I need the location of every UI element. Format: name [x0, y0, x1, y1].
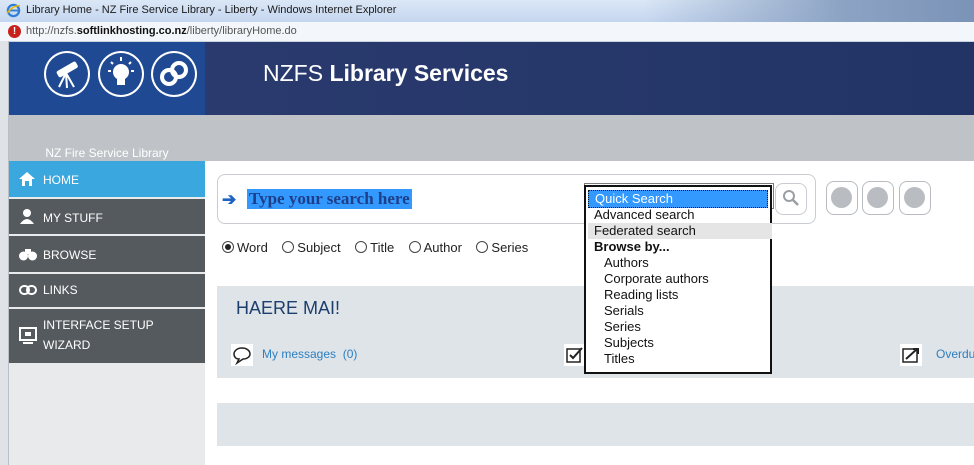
option-federated-search[interactable]: Federated search [588, 223, 772, 239]
security-warning-icon[interactable]: ! [8, 25, 21, 38]
monitor-icon [19, 327, 37, 348]
arrow-right-icon: ➔ [222, 190, 237, 209]
globe-button[interactable] [899, 181, 931, 215]
sidebar-item-my-stuff[interactable]: MY STUFF [9, 199, 205, 234]
internet-explorer-icon [6, 3, 21, 18]
secondary-panel [217, 403, 974, 446]
option-advanced-search[interactable]: Advanced search [594, 207, 694, 223]
lightbulb-icon [98, 51, 144, 97]
option-quick-search[interactable]: Quick Search [588, 190, 768, 208]
option-group-browse-by: Browse by... [594, 239, 670, 254]
window-frame-border [0, 41, 9, 465]
person-icon [19, 208, 35, 227]
overdue-link[interactable]: Overdu [936, 347, 974, 361]
refresh-button[interactable] [826, 181, 858, 215]
option-authors[interactable]: Authors [604, 255, 649, 271]
search-icon [783, 190, 799, 206]
sidebar-item-links[interactable]: LINKS [9, 274, 205, 307]
option-reading-lists[interactable]: Reading lists [604, 287, 678, 303]
sidebar-item-browse[interactable]: BROWSE [9, 236, 205, 272]
home-icon [19, 172, 35, 189]
brand-title: NZFS Library Services [263, 60, 509, 86]
welcome-heading: HAERE MAI! [236, 298, 341, 318]
radio-word[interactable]: Word [222, 240, 268, 255]
radio-title[interactable]: Title [355, 240, 394, 255]
search-field-options: Word Subject Title Author Series [222, 240, 528, 255]
sidebar-item-home[interactable]: HOME [9, 161, 205, 197]
option-subjects[interactable]: Subjects [604, 335, 654, 351]
logo-area[interactable] [9, 42, 205, 115]
library-building-icon [867, 187, 888, 208]
overdue-icon [900, 344, 922, 366]
option-corporate-authors[interactable]: Corporate authors [604, 271, 709, 287]
sidebar-item-interface-setup-wizard[interactable]: INTERFACE SETUP WIZARD [9, 309, 205, 363]
address-url[interactable]: http://nzfs.softlinkhosting.co.nz/libert… [26, 25, 297, 37]
option-titles[interactable]: Titles [604, 351, 635, 367]
address-bar[interactable]: ! http://nzfs.softlinkhosting.co.nz/libe… [0, 22, 974, 42]
library-button[interactable] [862, 181, 894, 215]
binoculars-icon [19, 247, 37, 264]
search-placeholder[interactable]: Type your search here [247, 189, 412, 209]
radio-author[interactable]: Author [408, 240, 462, 255]
telescope-icon [44, 51, 90, 97]
checkbox-icon [564, 344, 586, 366]
link-icon [151, 51, 197, 97]
chain-icon [19, 284, 37, 298]
window-title: Library Home - NZ Fire Service Library -… [26, 4, 397, 16]
search-button[interactable] [775, 183, 807, 215]
radio-subject[interactable]: Subject [282, 240, 341, 255]
library-name: NZ Fire Service Library [45, 146, 169, 160]
window-title-bar: Library Home - NZ Fire Service Library -… [0, 0, 974, 23]
search-type-dropdown-list[interactable]: Quick Search Advanced search Federated s… [584, 185, 772, 374]
header-banner: NZFS Library Services [205, 42, 974, 115]
globe-icon [904, 187, 925, 208]
my-messages-link[interactable]: My messages (0) [262, 347, 357, 361]
option-serials[interactable]: Serials [604, 303, 644, 319]
refresh-icon [831, 187, 852, 208]
message-icon [231, 344, 253, 366]
title-bar-gradient [644, 0, 974, 22]
option-series[interactable]: Series [604, 319, 641, 335]
radio-series[interactable]: Series [476, 240, 528, 255]
